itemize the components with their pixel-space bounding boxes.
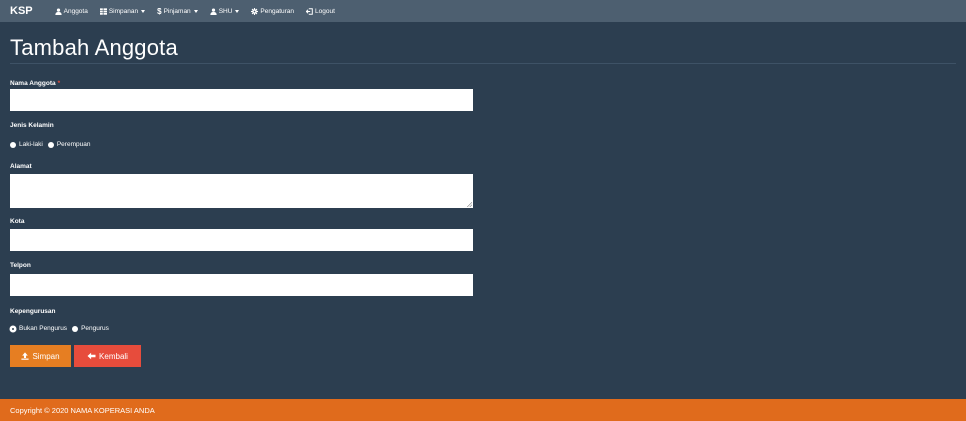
telpon-label: Telpon	[10, 262, 31, 269]
simpan-button[interactable]: Simpan	[10, 345, 71, 367]
nama-anggota-label-text: Nama Anggota	[10, 80, 56, 87]
radio-pengurus[interactable]	[72, 325, 79, 332]
nav-item-anggota[interactable]: Anggota	[54, 7, 88, 15]
nav-item-pinjaman[interactable]: $ Pinjaman	[157, 7, 198, 16]
nav-item-label: Logout	[315, 7, 335, 15]
resize-grip-icon[interactable]	[467, 202, 472, 207]
title-divider	[10, 63, 956, 64]
nav-item-pengaturan[interactable]: Pengaturan	[251, 7, 295, 15]
kembali-button[interactable]: Kembali	[74, 345, 141, 367]
alamat-label: Alamat	[10, 163, 32, 170]
table-icon	[99, 7, 107, 15]
top-navbar: KSP Anggota Simpanan $ Pinjaman SHU Peng…	[0, 0, 966, 22]
jenis-kelamin-label: Jenis Kelamin	[10, 122, 54, 129]
footer-copyright: Copyright © 2020 NAMA KOPERASI ANDA	[10, 405, 155, 415]
nama-anggota-input[interactable]	[10, 89, 473, 111]
navbar-brand[interactable]: KSP	[10, 5, 33, 17]
radio-label-pengurus[interactable]: Pengurus	[81, 325, 109, 332]
chevron-down-icon	[235, 9, 240, 13]
page-title: Tambah Anggota	[10, 35, 178, 60]
nama-anggota-label: Nama Anggota *	[10, 80, 60, 87]
nav-item-label: Anggota	[63, 7, 88, 15]
kepengurusan-radio-group: Bukan Pengurus Pengurus	[10, 325, 114, 332]
radio-label-perempuan[interactable]: Perempuan	[57, 141, 91, 148]
page-footer: Copyright © 2020 NAMA KOPERASI ANDA	[0, 399, 966, 421]
radio-label-bukan-pengurus[interactable]: Bukan Pengurus	[19, 325, 67, 332]
telpon-input[interactable]	[10, 274, 473, 296]
radio-laki-laki[interactable]	[10, 141, 16, 148]
user-icon	[54, 7, 62, 15]
nav-item-shu[interactable]: SHU	[210, 8, 240, 15]
nav-item-logout[interactable]: Logout	[306, 8, 335, 15]
nav-item-label: Pinjaman	[163, 7, 191, 15]
nav-item-simpanan[interactable]: Simpanan	[99, 7, 146, 15]
arrow-left-icon	[87, 352, 96, 360]
nav-item-label: Pengaturan	[260, 7, 295, 15]
gear-icon	[251, 7, 259, 15]
simpan-button-label: Simpan	[32, 351, 60, 361]
radio-bukan-pengurus[interactable]	[10, 325, 16, 332]
chevron-down-icon	[141, 9, 146, 13]
user-icon	[210, 7, 217, 15]
nav-item-label: SHU	[218, 7, 233, 15]
kota-input[interactable]	[10, 229, 473, 251]
jenis-kelamin-radio-group: Laki-laki Perempuan	[10, 141, 95, 148]
chevron-down-icon	[193, 9, 198, 13]
nav-item-label: Simpanan	[108, 7, 139, 15]
dollar-icon: $	[157, 6, 162, 16]
kembali-button-label: Kembali	[99, 351, 128, 361]
upload-icon	[21, 352, 30, 360]
kota-label: Kota	[10, 218, 25, 225]
radio-label-laki-laki[interactable]: Laki-laki	[19, 141, 43, 148]
required-mark: *	[57, 80, 61, 87]
radio-perempuan[interactable]	[47, 141, 54, 148]
kepengurusan-label: Kepengurusan	[10, 308, 56, 315]
alamat-textarea[interactable]	[10, 174, 473, 208]
logout-icon	[306, 7, 313, 15]
